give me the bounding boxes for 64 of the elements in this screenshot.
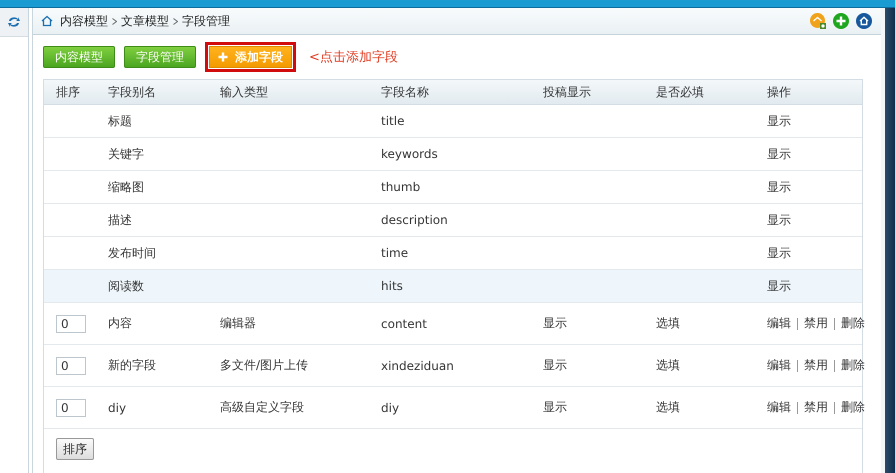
breadcrumb-item[interactable]: 字段管理 [182, 12, 230, 30]
table-cell: 显示 [767, 114, 791, 128]
refresh-icon[interactable] [7, 16, 21, 28]
action-link[interactable]: 禁用 [804, 399, 828, 416]
column-header: 投稿显示 [543, 84, 592, 100]
table-cell-text: time [381, 246, 410, 260]
sort-button[interactable]: 排序 [56, 438, 94, 460]
table-cell-text: 显示 [543, 357, 568, 374]
hint-text: <点击添加字段 [309, 49, 398, 66]
table-cell-text: 标题 [108, 112, 133, 130]
order-input[interactable]: 0 [56, 314, 86, 332]
action-link[interactable]: 编辑 [767, 357, 791, 374]
breadcrumb-item[interactable]: 文章模型 [121, 12, 169, 30]
table-cell-text: 选填 [656, 399, 681, 416]
table-cell-text: diy [108, 400, 128, 414]
table-cell-text: description [381, 213, 449, 227]
order-input[interactable]: 0 [56, 398, 86, 416]
table-cell: 显示 [767, 180, 791, 194]
action-link[interactable]: 删除 [841, 315, 865, 332]
column-header: 是否必填 [656, 84, 705, 100]
action-link[interactable]: 禁用 [804, 357, 828, 374]
table-cell-text: thumb [381, 180, 422, 194]
table-cell: 显示 [767, 278, 791, 292]
table-cell-text: keywords [381, 147, 439, 161]
table-cell-text: title [381, 114, 406, 128]
table-cell-text: hits [381, 279, 404, 293]
table-cell-text: diy [381, 400, 400, 414]
home-icon[interactable] [855, 12, 873, 30]
home-icon[interactable] [41, 15, 53, 27]
table-cell-text: content [381, 316, 428, 330]
table-cell: 显示 [767, 246, 791, 260]
breadcrumb-item[interactable]: 内容模型 [60, 12, 108, 30]
table-cell: 显示 [767, 212, 791, 226]
action-link[interactable]: 删除 [841, 399, 865, 416]
column-header: 排序 [55, 84, 81, 100]
action-link[interactable]: 删除 [841, 357, 865, 374]
column-header: 操作 [767, 84, 792, 100]
table-cell-text: 发布时间 [108, 244, 157, 262]
table-cell-text: 高级自定义字段 [220, 399, 305, 416]
column-header: 字段别名 [108, 84, 157, 100]
table-cell-text: 显示 [543, 399, 568, 416]
table-cell-text: 编辑器 [220, 315, 257, 332]
action-link[interactable]: 编辑 [767, 399, 791, 416]
chevron-icon [112, 18, 117, 24]
action-link[interactable]: 禁用 [804, 315, 828, 332]
table-cell-text: 缩略图 [108, 178, 145, 196]
table-cell-text: 选填 [656, 357, 681, 374]
table-cell-text: 描述 [108, 212, 133, 228]
table-cell-text: 显示 [543, 315, 568, 332]
table-cell: 显示 [767, 146, 791, 160]
table-cell-text: xindeziduan [381, 358, 455, 372]
add-icon[interactable] [832, 12, 850, 30]
plus-icon [218, 52, 228, 62]
chevron-icon [173, 18, 178, 24]
action-link[interactable]: 编辑 [767, 315, 791, 332]
table-cell-text: 关键字 [108, 146, 145, 162]
column-header: 字段名称 [381, 84, 430, 100]
table-cell-text: 内容 [108, 315, 133, 332]
table-cell-text: 多文件/图片上传 [220, 357, 310, 374]
table-cell-text: 选填 [656, 315, 681, 332]
column-header: 输入类型 [220, 84, 269, 100]
table-cell-text: 阅读数 [108, 278, 145, 294]
order-input[interactable]: 0 [56, 356, 86, 374]
table-cell-text: 新的字段 [108, 357, 157, 374]
